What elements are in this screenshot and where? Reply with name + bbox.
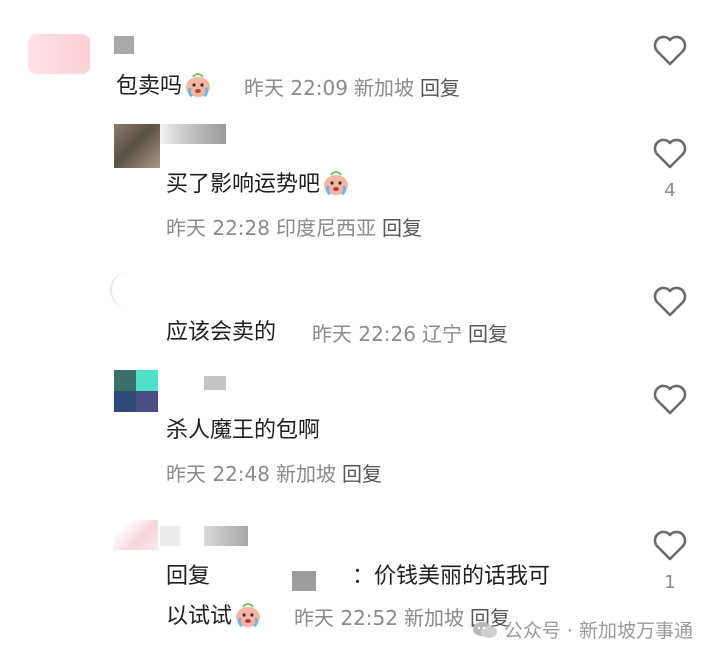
comment-text: 回复 — [166, 562, 210, 592]
watermark-separator: · — [566, 620, 573, 642]
watermark-name: 新加坡万事通 — [578, 620, 693, 642]
comment-text: 应该会卖的 — [166, 320, 277, 345]
comment-location: 新加坡 — [276, 462, 336, 486]
comment-text: 杀人魔王的包啊 — [166, 418, 321, 443]
avatar[interactable] — [114, 370, 158, 412]
like-button[interactable] — [652, 136, 688, 170]
reply-prefix: 回复 — [166, 564, 211, 589]
username-blurred — [114, 36, 134, 54]
heart-icon — [653, 530, 687, 561]
comment-meta: 昨天 22:28 印度尼西亚 回复 — [166, 214, 422, 242]
comment-location: 新加坡 — [354, 76, 414, 100]
comment-meta: 昨天 22:48 新加坡 回复 — [166, 460, 382, 488]
reply-button[interactable]: 回复 — [342, 462, 382, 486]
comment-time: 昨天 22:48 — [166, 462, 270, 486]
comment-text: 买了影响运势吧 — [166, 170, 350, 200]
crying-emoji-icon — [184, 72, 212, 98]
heart-icon — [653, 138, 687, 169]
like-count: 4 — [664, 180, 676, 201]
crying-emoji-icon — [322, 170, 350, 196]
avatar[interactable] — [114, 124, 160, 168]
username-blurred — [160, 526, 180, 546]
crying-emoji-icon — [234, 602, 262, 628]
comment-time: 昨天 22:28 — [166, 216, 270, 240]
reply-button[interactable]: 回复 — [382, 216, 422, 240]
avatar[interactable] — [110, 272, 152, 308]
like-button[interactable] — [652, 528, 688, 562]
comment-time: 昨天 22:26 — [312, 322, 416, 346]
heart-icon — [653, 384, 687, 415]
comment-meta: 昨天 22:09 新加坡 回复 — [244, 74, 460, 102]
comment-meta: 昨天 22:26 辽宁 回复 — [312, 320, 508, 348]
comment-time: 昨天 22:52 — [294, 606, 398, 630]
comment-text: 包卖吗 — [116, 72, 212, 102]
like-button[interactable] — [652, 284, 688, 318]
avatar[interactable] — [114, 520, 158, 550]
reply-button[interactable]: 回复 — [468, 322, 508, 346]
wechat-icon — [472, 620, 498, 640]
comment-text: ：价钱美丽的话我可 — [352, 564, 551, 589]
reply-button[interactable]: 回复 — [420, 76, 460, 100]
username-blurred — [204, 526, 248, 546]
watermark: 公众号 · 新加坡万事通 — [472, 616, 693, 643]
comment-location: 新加坡 — [404, 606, 464, 630]
username-blurred — [204, 376, 226, 390]
heart-icon — [653, 286, 687, 317]
comment-location: 印度尼西亚 — [276, 216, 376, 240]
mentioned-user-blurred[interactable] — [292, 571, 316, 591]
watermark-prefix: 公众号 — [503, 620, 561, 642]
like-button[interactable] — [652, 33, 688, 67]
username-blurred — [160, 124, 226, 144]
comment-text: 以试试 — [166, 602, 262, 632]
like-button[interactable] — [652, 382, 688, 416]
comment-location: 辽宁 — [422, 322, 462, 346]
like-count: 1 — [664, 572, 676, 593]
comment-time: 昨天 22:09 — [244, 76, 348, 100]
avatar[interactable] — [28, 34, 90, 74]
heart-icon — [653, 35, 687, 66]
